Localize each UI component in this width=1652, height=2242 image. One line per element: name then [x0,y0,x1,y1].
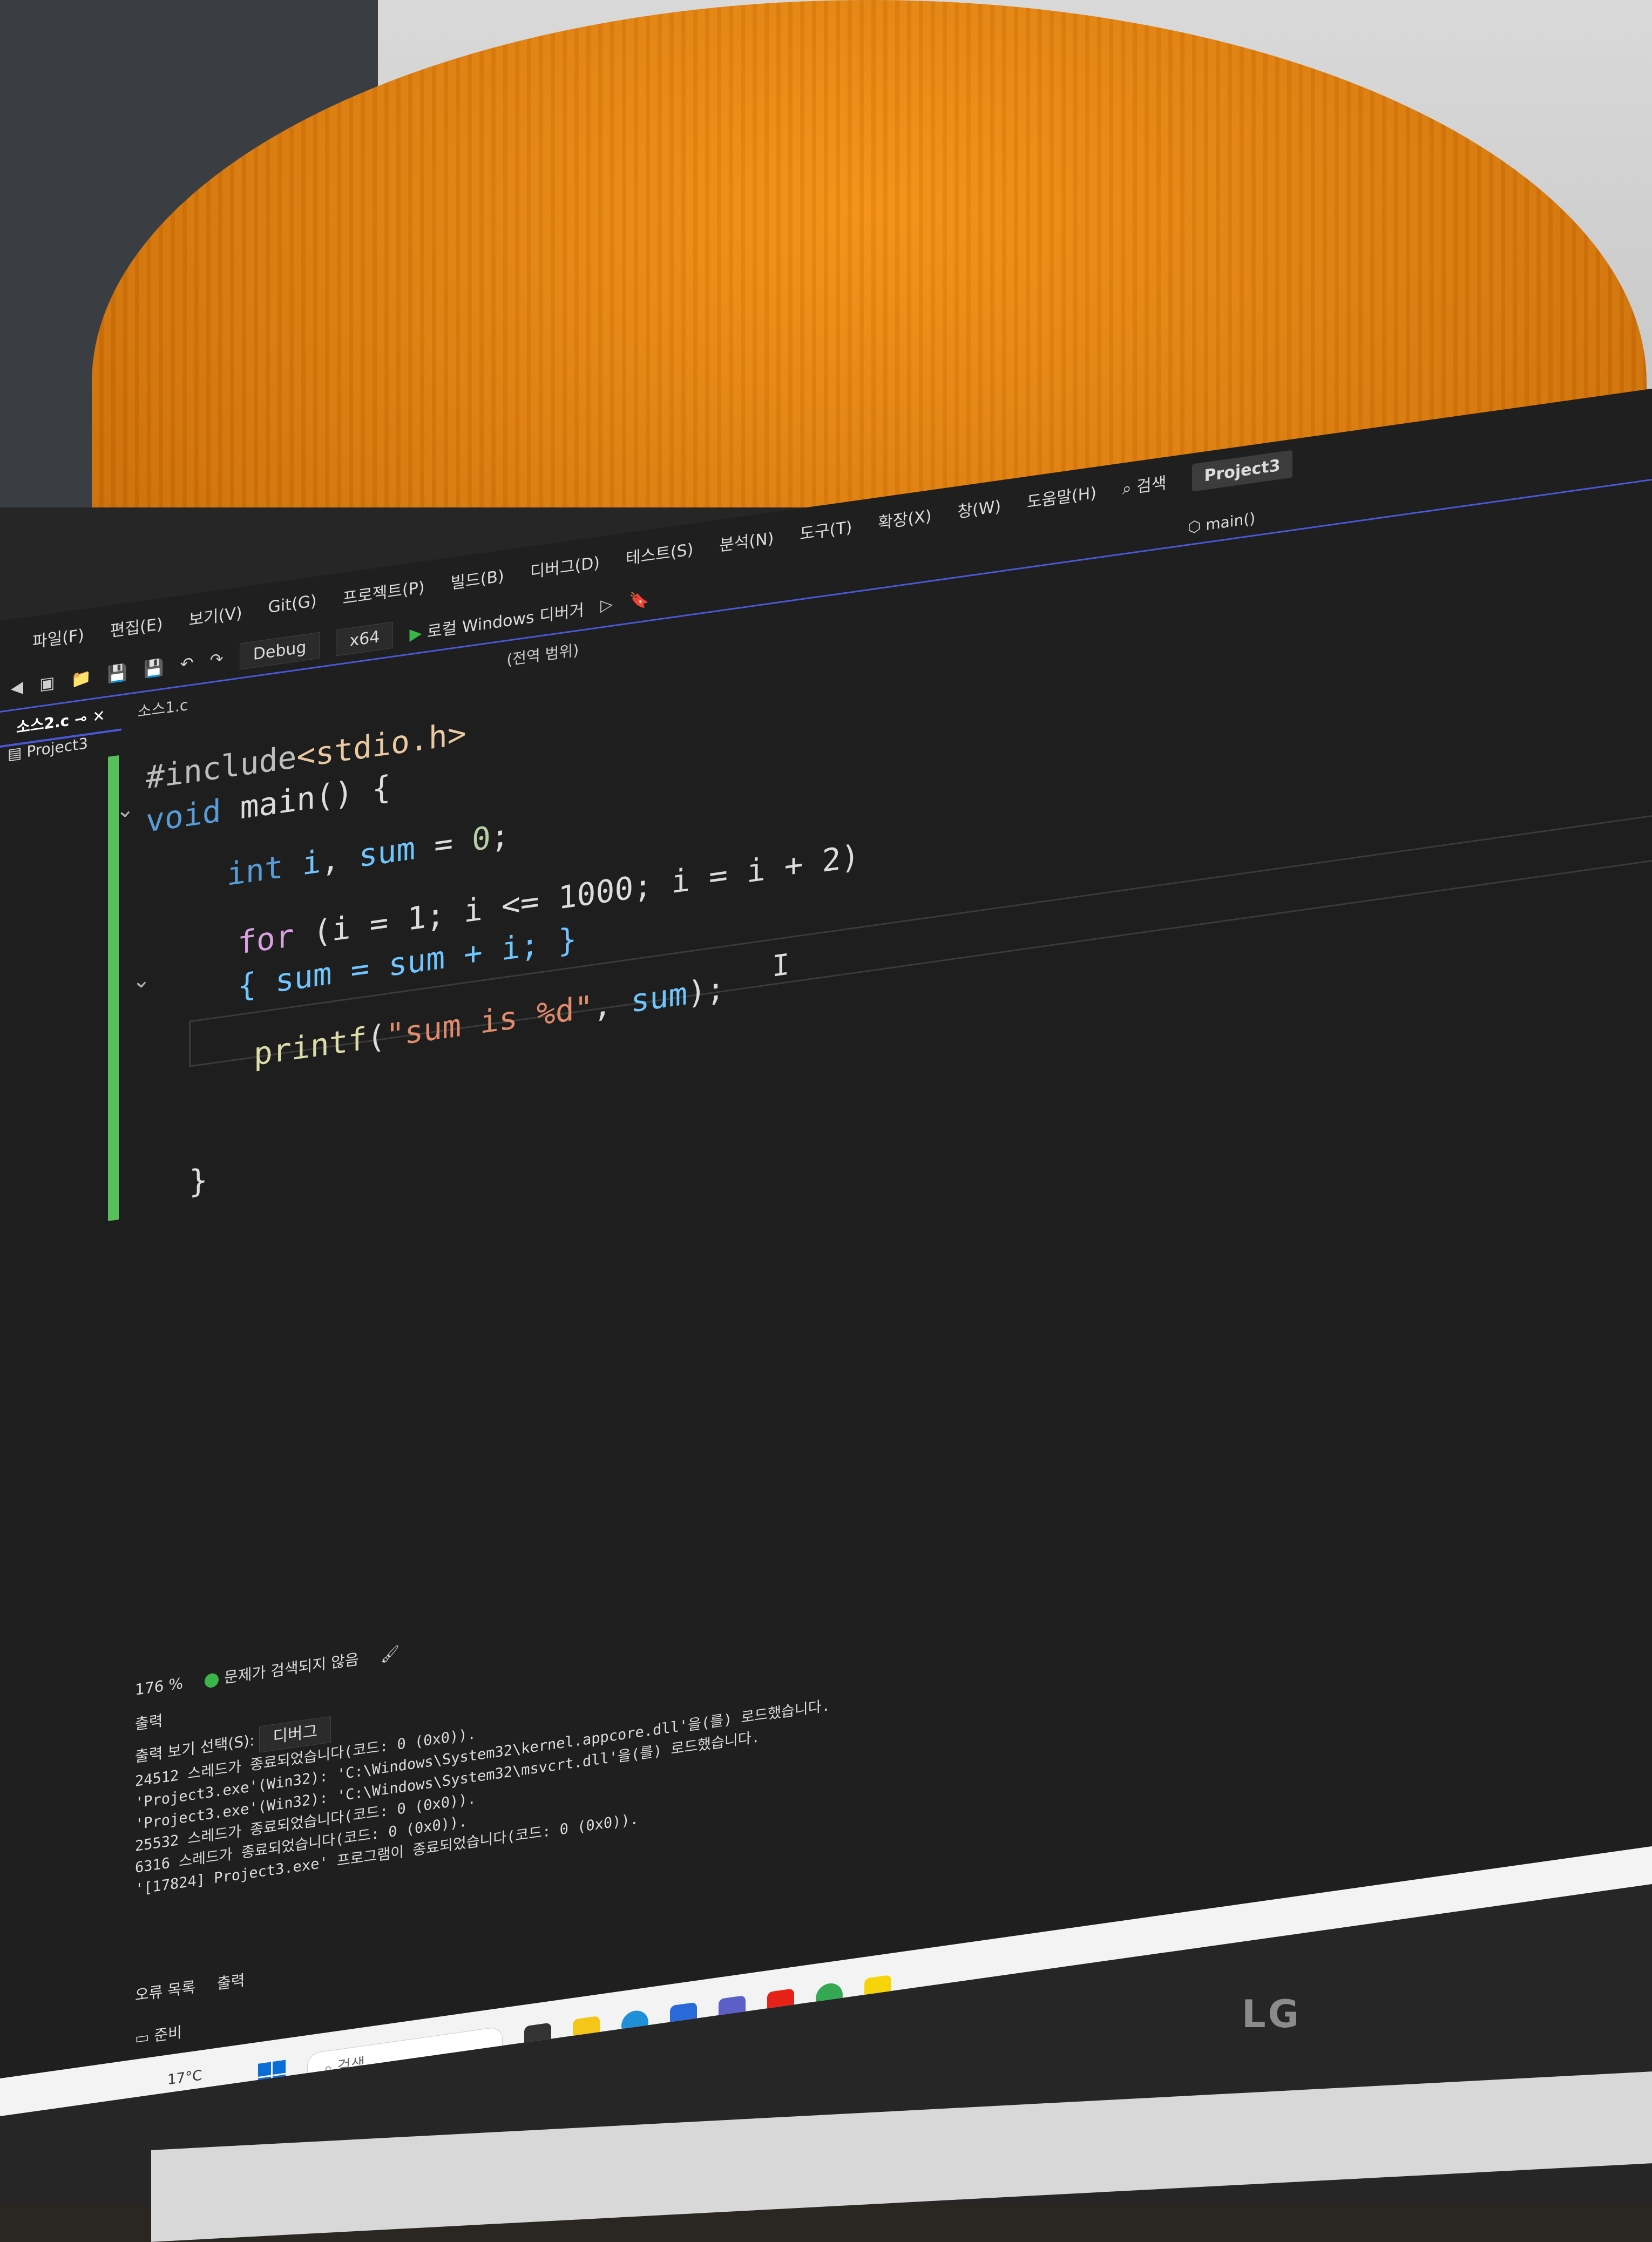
menu-project[interactable]: 프로젝트(P) [343,573,425,608]
menu-git[interactable]: Git(G) [268,591,317,617]
global-scope-select[interactable]: (전역 범위) [506,638,579,670]
laptop-screen: 파일(F) 편집(E) 보기(V) Git(G) 프로젝트(P) 빌드(B) 디… [0,388,1652,2116]
text-cursor-icon: I [772,947,790,984]
menu-edit[interactable]: 편집(E) [110,611,163,642]
fold-chevron-icon[interactable]: ⌄ [116,796,134,824]
tab-error-list[interactable]: 오류 목록 [135,1975,195,2011]
start-without-debugging-icon[interactable]: ▷ [600,594,613,615]
menu-tools[interactable]: 도구(T) [800,513,852,545]
cube-icon: ⬡ [1188,517,1201,537]
menu-debug[interactable]: 디버그(D) [530,549,600,582]
search-menu[interactable]: ⌕ 검색 [1122,469,1167,499]
search-icon: ⌕ [1122,478,1132,499]
brush-icon[interactable]: 🖌 [381,1643,400,1664]
check-icon [204,1672,219,1689]
change-marker-bar [108,755,119,1221]
tab-source2-label: 소스2.c [16,711,70,737]
menu-window[interactable]: 창(W) [957,492,1001,522]
menu-view[interactable]: 보기(V) [188,599,242,631]
undo-icon[interactable]: ↶ [180,654,194,675]
close-icon[interactable]: ✕ [92,707,105,726]
menu-analyze[interactable]: 분석(N) [719,525,774,556]
project-name-badge: Project3 [1192,450,1292,492]
menu-extensions[interactable]: 확장(X) [878,503,931,534]
open-folder-icon[interactable]: 📁 [71,668,91,689]
configuration-select[interactable]: Debug [239,632,320,670]
play-icon: ▶ [409,623,422,644]
redo-icon[interactable]: ↷ [210,649,224,670]
save-all-icon[interactable]: 💾 [144,658,164,679]
zoom-level[interactable]: 176 % [135,1674,183,1699]
tab-output[interactable]: 출력 [217,1968,245,1999]
bookmark-icon[interactable]: 🔖 [629,590,649,611]
project-icon: ▤ [8,743,27,764]
pin-icon[interactable]: ⊸ [75,708,92,728]
fold-chevron-icon[interactable]: ⌄ [132,967,151,994]
search-label: 검색 [1136,473,1167,497]
code-line: } [189,1161,208,1201]
platform-select[interactable]: x64 [336,621,394,656]
menu-file[interactable]: 파일(F) [32,621,84,652]
chat-icon: ▭ [135,2027,154,2048]
menu-help[interactable]: 도움말(H) [1027,479,1096,513]
save-icon[interactable]: 💾 [107,663,127,685]
brand-logo: LG [1242,1992,1302,2036]
code-line: int i, sum = 0; [227,816,510,893]
ready-label: 준비 [154,2023,182,2045]
new-project-icon[interactable]: ▣ [39,673,55,694]
menu-build[interactable]: 빌드(B) [451,563,504,594]
back-icon[interactable]: ◀ [11,678,23,698]
menu-test[interactable]: 테스트(S) [626,536,693,570]
ready-status: ▭ 준비 [135,2021,182,2049]
